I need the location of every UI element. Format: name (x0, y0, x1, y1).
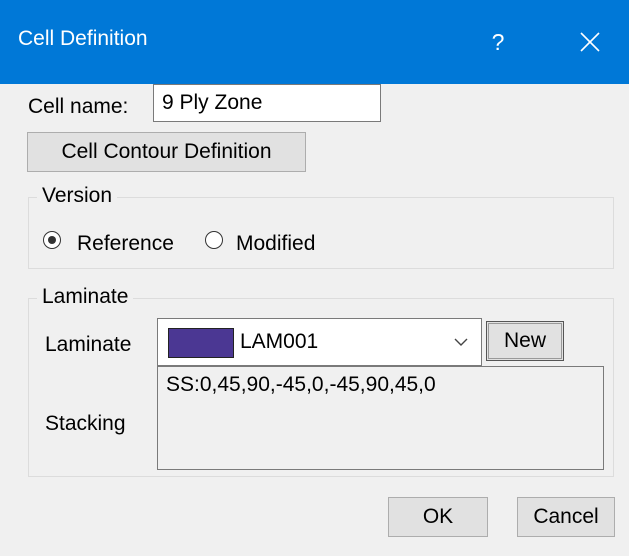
title-bar[interactable]: Cell Definition ? (0, 0, 629, 84)
radio-reference[interactable] (43, 231, 61, 249)
cell-contour-definition-button[interactable]: Cell Contour Definition (27, 132, 306, 172)
version-group-title: Version (37, 184, 118, 208)
help-icon: ? (491, 29, 505, 55)
cell-name-input[interactable]: 9 Ply Zone (153, 84, 381, 122)
stacking-label: Stacking (45, 412, 126, 435)
ok-button[interactable]: OK (388, 497, 488, 537)
radio-modified[interactable] (205, 231, 223, 249)
laminate-group-title: Laminate (37, 285, 134, 309)
radio-modified-label[interactable]: Modified (236, 232, 315, 256)
radio-selected-dot (48, 236, 56, 244)
cell-definition-dialog: Cell Definition ? Cell name: 9 Ply Zone … (0, 0, 629, 556)
window-title: Cell Definition (18, 27, 148, 50)
stacking-field[interactable]: SS:0,45,90,-45,0,-45,90,45,0 (157, 366, 604, 470)
cancel-button[interactable]: Cancel (517, 497, 615, 537)
new-laminate-button[interactable]: New (486, 321, 564, 361)
help-button[interactable]: ? (468, 18, 528, 66)
radio-reference-label[interactable]: Reference (77, 232, 174, 256)
chevron-down-icon (454, 338, 468, 346)
close-button[interactable] (560, 18, 620, 66)
cell-name-label: Cell name: (28, 95, 129, 118)
laminate-field-label: Laminate (45, 333, 132, 356)
laminate-select[interactable]: LAM001 (157, 318, 482, 366)
laminate-select-value: LAM001 (240, 330, 319, 353)
laminate-color-swatch (168, 328, 234, 358)
close-icon (580, 32, 600, 52)
